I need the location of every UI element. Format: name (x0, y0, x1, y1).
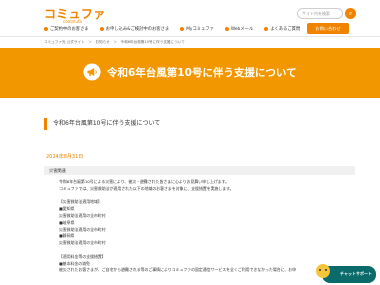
nav-item-subscribers[interactable]: ご契約中のお客さま (44, 26, 89, 32)
body-line: 災害救助法適用の全市町村 (59, 240, 106, 246)
body-line: 【適用料金等の支援措置】 (59, 253, 106, 259)
contact-button[interactable]: お問い合わせ (307, 23, 349, 34)
megaphone-icon (83, 63, 101, 81)
page-banner: 令和6年台風第10号に伴う支援について (0, 48, 380, 98)
article-body: 令和6年台風第10号による災害により、被災・避難された皆さまに心よりお見舞い申し… (59, 179, 349, 274)
user-icon (180, 27, 185, 31)
search-input[interactable]: サイト内を検索 (297, 8, 343, 19)
header-divider (0, 36, 380, 37)
article-date: 2024年8月31日 (46, 154, 84, 160)
chevron-right-icon (44, 27, 48, 31)
nav-item-my-commufa[interactable]: Myコミュファ (180, 26, 214, 32)
nav-item-label: ご契約中のお客さま (50, 27, 89, 32)
article: 令和6年台風第10号に伴う支援について 2024年8月31日 災害関連 令和6年… (44, 103, 355, 272)
article-title: 令和6年台風第10号に伴う支援について (44, 118, 355, 130)
question-icon (264, 27, 269, 31)
body-line: ■愛知県 (59, 206, 75, 212)
body-line: 令和6年台風第10号による災害により、被災・避難された皆さまに心よりお見舞い申し… (59, 179, 230, 184)
nav-item-webmail[interactable]: Webメール (224, 26, 254, 32)
chat-support-label: チャットサポート (340, 271, 372, 276)
chat-avatar-icon[interactable] (316, 264, 330, 278)
nav-item-applicants[interactable]: お申し込み&ご検討中のお客さま (99, 26, 170, 32)
body-line: ■静岡県 (59, 233, 75, 239)
page-title: 令和6年台風第10号に伴う支援について (107, 66, 297, 79)
nav-item-label: よくあるご質問 (270, 27, 301, 32)
search-icon[interactable]: ⌕ (345, 8, 356, 19)
breadcrumb[interactable]: コミュファ光 公式サイト ＞ お知らせ ＞ 令和6年台風第10号に伴う支援につい… (44, 40, 185, 45)
global-nav: ご契約中のお客さま お申し込み&ご検討中のお客さま Myコミュファ Webメール… (44, 22, 311, 36)
chat-support-button[interactable]: チャットサポート (322, 266, 376, 283)
body-line: 【災害救助法適用地域】 (59, 199, 102, 205)
body-line: 災害救助法適用の全市町村 (59, 212, 106, 218)
chevron-right-icon (99, 27, 104, 31)
body-line: ■基本料金の減免 (59, 260, 90, 266)
body-line: 災害救助法適用の全市町村 (59, 226, 106, 232)
body-line: 被災されたお客さまが、ご自宅から避難される等のご事情によりコミュファの固定通信サ… (59, 267, 297, 273)
body-line: ■岐阜県 (59, 219, 75, 225)
category-badge: 災害関連 (44, 166, 355, 175)
mail-icon (224, 27, 229, 31)
nav-item-label: Myコミュファ (186, 27, 214, 32)
nav-item-faq[interactable]: よくあるご質問 (264, 26, 300, 32)
nav-item-label: Webメール (230, 27, 254, 32)
nav-item-label: お申し込み&ご検討中のお客さま (105, 27, 170, 32)
body-line: コミュファでは、災害救助法が適用された以下の地域のお客さまを対象に、支援措置を実… (59, 185, 234, 191)
